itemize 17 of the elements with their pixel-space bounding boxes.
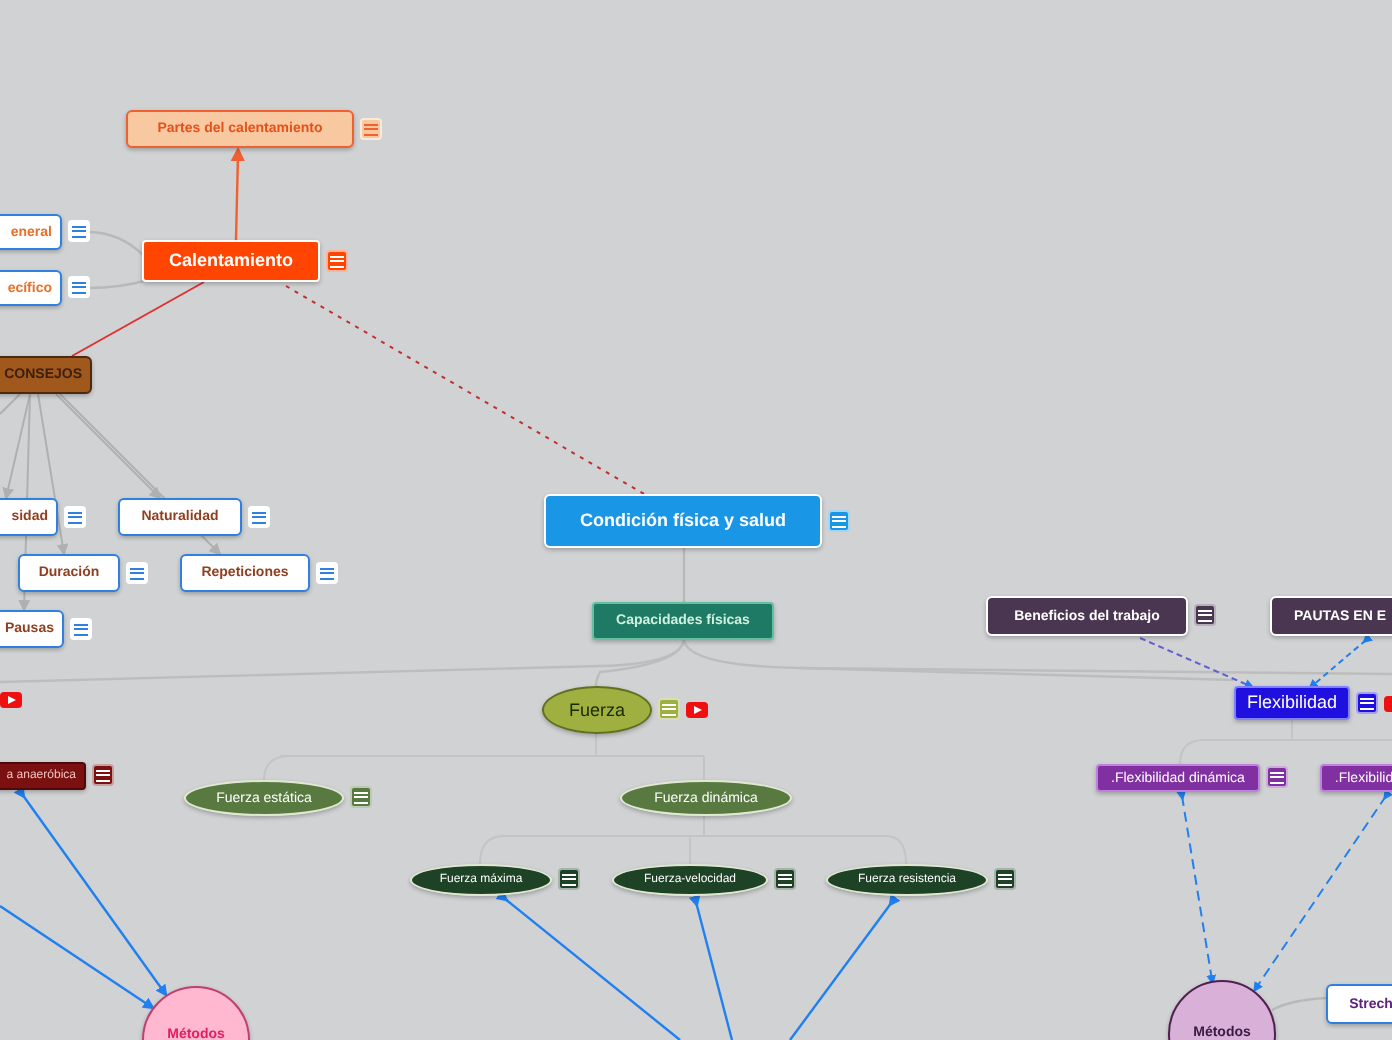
video-icon[interactable] <box>0 692 22 708</box>
connector-line <box>230 146 246 241</box>
node-box[interactable]: Flexibilidad <box>1234 686 1350 720</box>
dashed-connector <box>1139 637 1255 689</box>
note-icon[interactable] <box>774 868 796 890</box>
dashed-connector <box>1308 632 1374 690</box>
connector-line <box>87 230 145 257</box>
note-icon[interactable] <box>558 868 580 890</box>
connector-line <box>1271 996 1327 1012</box>
note-icon[interactable] <box>1194 604 1216 626</box>
note-icon[interactable] <box>1356 692 1378 714</box>
video-icon[interactable] <box>686 702 708 718</box>
ellipse-node[interactable]: Fuerza <box>542 686 652 734</box>
note-icon[interactable] <box>994 868 1016 890</box>
note-icon[interactable] <box>1266 766 1288 788</box>
note-icon[interactable] <box>92 764 114 786</box>
note-icon[interactable] <box>350 786 372 808</box>
